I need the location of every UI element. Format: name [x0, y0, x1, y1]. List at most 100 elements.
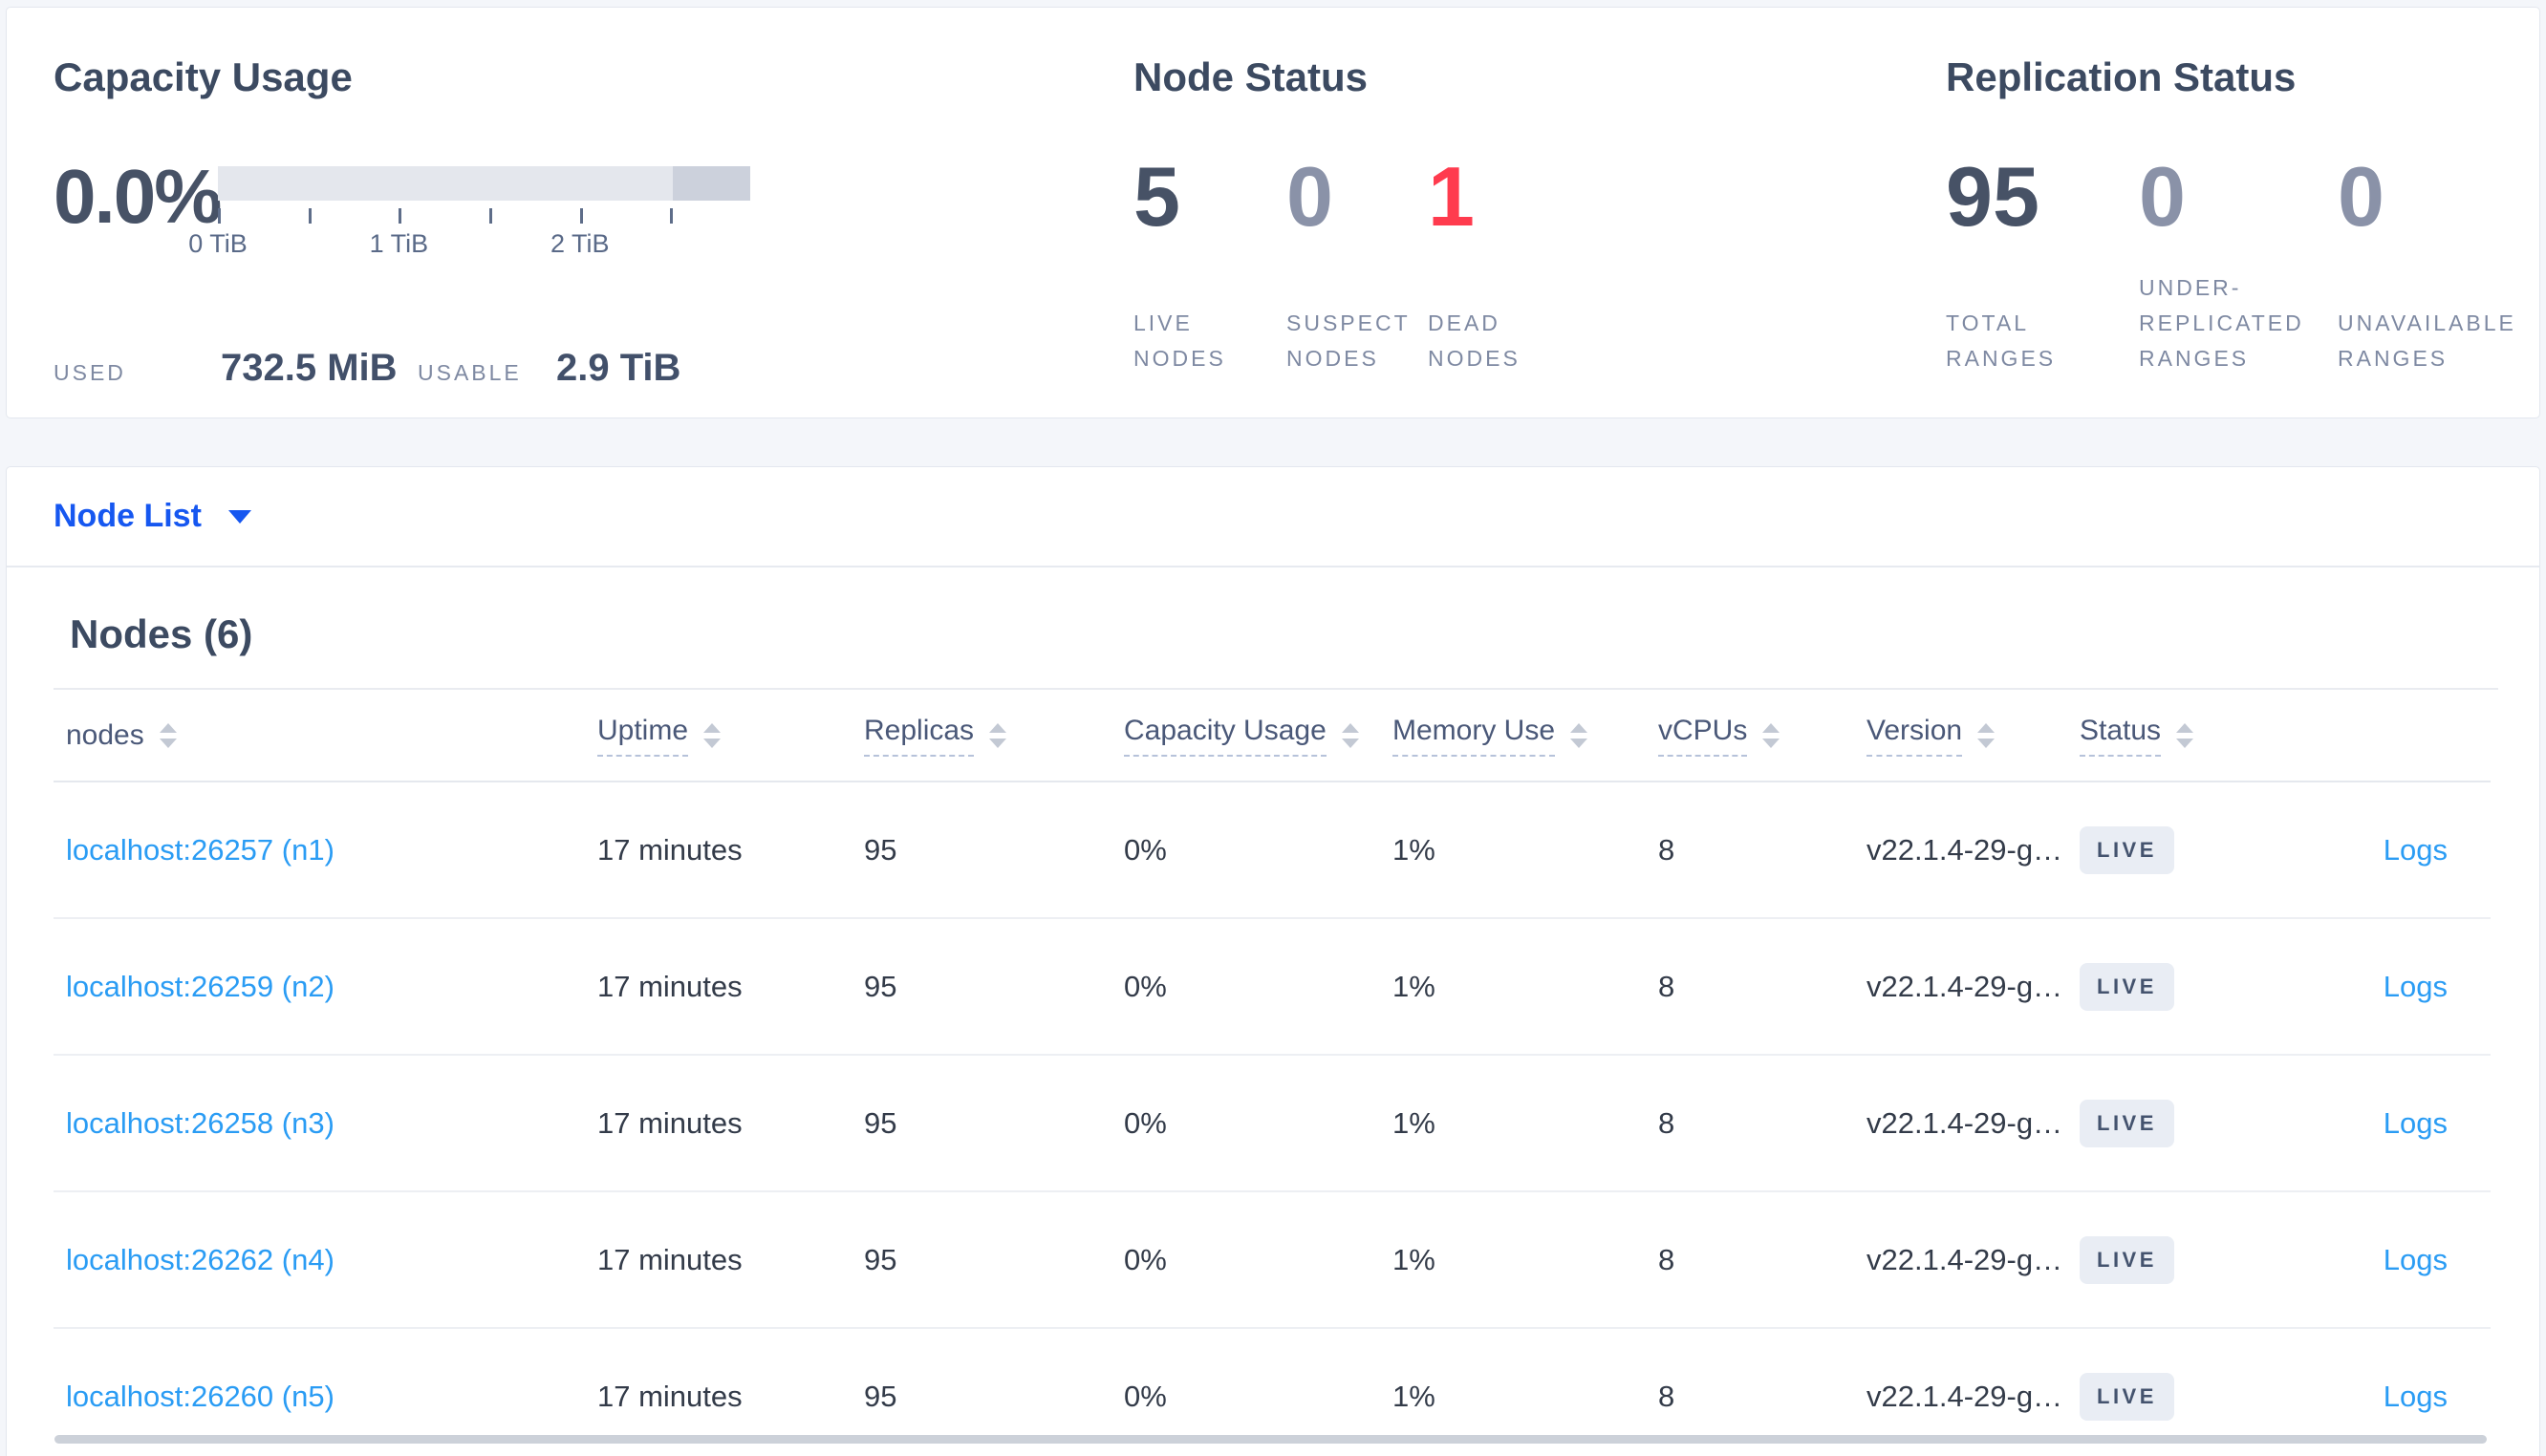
memory-use-cell: 1%	[1380, 1054, 1646, 1191]
logs-link[interactable]: Logs	[2384, 1243, 2448, 1276]
capacity-gauge: 0 TiB 1 TiB 2 TiB	[188, 166, 750, 263]
node-link[interactable]: localhost:26257 (n1)	[66, 833, 334, 867]
node-list-panel: Node List Nodes (6) nodes Uptime Replica…	[6, 466, 2540, 1456]
used-value: 732.5 MiB	[221, 347, 398, 389]
node-list-selector[interactable]: Node List	[7, 467, 2539, 567]
column-header-nodes[interactable]: nodes	[66, 719, 177, 752]
used-label: USED	[54, 360, 126, 385]
status-cell: LIVE	[2067, 782, 2287, 918]
uptime-cell: 17 minutes	[585, 1054, 852, 1191]
table-header-row: nodes Uptime Replicas Capacity Usage Mem	[54, 690, 2491, 782]
status-cell: LIVE	[2067, 1190, 2287, 1328]
column-header-version[interactable]: Version	[1866, 715, 1996, 757]
uptime-cell: 17 minutes	[585, 1190, 852, 1328]
replicas-cell: 95	[852, 1054, 1111, 1191]
suspect-nodes-stat: 0 SUSPECT NODES	[1286, 155, 1428, 376]
memory-use-cell: 1%	[1380, 917, 1646, 1055]
logs-link[interactable]: Logs	[2384, 970, 2448, 1003]
vcpus-cell: 8	[1646, 917, 1854, 1055]
version-cell: v22.1.4-29-g…	[1854, 1190, 2067, 1328]
nodes-table-section: Nodes (6) nodes Uptime Replicas Capacity…	[7, 567, 2539, 1456]
usable-label: USABLE	[418, 360, 522, 385]
status-badge: LIVE	[2080, 1099, 2174, 1147]
logs-link[interactable]: Logs	[2384, 833, 2448, 867]
usable-value: 2.9 TiB	[556, 347, 681, 389]
live-nodes-label: LIVE NODES	[1133, 310, 1226, 371]
total-ranges-label: TOTAL RANGES	[1946, 310, 2057, 371]
vcpus-cell: 8	[1658, 832, 1675, 867]
unavailable-ranges-count: 0	[2338, 149, 2384, 244]
sort-icon	[159, 722, 177, 748]
sort-icon	[1762, 722, 1780, 748]
table-row: localhost:26259 (n2) 17 minutes 95 0% 1%…	[54, 917, 2491, 1055]
version-cell: v22.1.4-29-g…	[1854, 917, 2067, 1055]
node-status-section: Node Status 5 LIVE NODES 0 SUSPECT NODES…	[1133, 54, 1946, 418]
logs-cell: Logs	[2287, 1054, 2491, 1191]
node-link[interactable]: localhost:26260 (n5)	[66, 1380, 334, 1413]
node-cell: localhost:26262 (n4)	[54, 1190, 585, 1328]
horizontal-scrollbar[interactable]	[54, 1435, 2487, 1444]
node-cell: localhost:26258 (n3)	[54, 1054, 585, 1191]
node-cell: localhost:26257 (n1)	[54, 782, 585, 918]
unavailable-ranges-label: UNAVAILABLE RANGES	[2338, 310, 2516, 371]
tick-label: 2 TiB	[550, 229, 610, 258]
nodes-table-title: Nodes (6)	[70, 611, 253, 656]
table-row: localhost:26262 (n4) 17 minutes 95 0% 1%…	[54, 1190, 2491, 1328]
sort-icon	[703, 722, 722, 748]
column-header-vcpus[interactable]: vCPUs	[1658, 715, 1780, 757]
vcpus-cell: 8	[1646, 1054, 1854, 1191]
column-header-replicas[interactable]: Replicas	[864, 715, 1007, 757]
tick-label: 0 TiB	[188, 229, 248, 258]
chevron-down-icon	[227, 509, 251, 524]
uptime-cell: 17 minutes	[597, 832, 743, 867]
logs-link[interactable]: Logs	[2384, 1106, 2448, 1140]
node-status-title: Node Status	[1133, 54, 1369, 99]
total-ranges-count: 95	[1946, 149, 2039, 244]
tick-label: 1 TiB	[369, 229, 429, 258]
table-row: localhost:26258 (n3) 17 minutes 95 0% 1%…	[54, 1054, 2491, 1191]
column-header-memory-use[interactable]: Memory Use	[1392, 715, 1588, 757]
version-cell: v22.1.4-29-g…	[1866, 832, 2063, 867]
capacity-gauge-ticks	[218, 206, 750, 224]
node-link[interactable]: localhost:26262 (n4)	[66, 1243, 334, 1276]
status-cell: LIVE	[2067, 917, 2287, 1055]
dead-nodes-stat: 1 DEAD NODES	[1428, 155, 1554, 376]
dead-nodes-label: DEAD NODES	[1428, 310, 1521, 371]
capacity-usage-cell: 0%	[1111, 917, 1380, 1055]
dead-nodes-count: 1	[1428, 149, 1475, 244]
capacity-usage-title: Capacity Usage	[54, 54, 353, 99]
table-row: localhost:26257 (n1) 17 minutes 95 0% 1%…	[54, 782, 2491, 918]
sort-icon	[1977, 722, 1996, 748]
sort-icon	[989, 722, 1007, 748]
node-link[interactable]: localhost:26259 (n2)	[66, 970, 334, 1003]
cluster-summary-panel: Capacity Usage 0.0% 0 TiB 1 TiB 2 TiB US…	[6, 7, 2540, 418]
column-header-status[interactable]: Status	[2080, 715, 2194, 757]
column-header-uptime[interactable]: Uptime	[597, 715, 722, 757]
replication-status-title: Replication Status	[1946, 54, 2297, 99]
status-badge: LIVE	[2080, 825, 2174, 874]
nodes-table-body: localhost:26257 (n1) 17 minutes 95 0% 1%…	[54, 782, 2491, 1456]
memory-use-cell: 1%	[1392, 832, 1435, 867]
logs-link[interactable]: Logs	[2384, 1380, 2448, 1413]
unavailable-ranges-stat: 0 UNAVAILABLE RANGES	[2338, 155, 2534, 376]
capacity-gauge-bar	[218, 166, 750, 201]
sort-icon	[1341, 722, 1359, 748]
column-header-capacity-usage[interactable]: Capacity Usage	[1124, 715, 1359, 757]
node-list-selector-label: Node List	[54, 498, 202, 534]
suspect-nodes-count: 0	[1286, 149, 1333, 244]
status-badge: LIVE	[2080, 1235, 2174, 1284]
status-badge: LIVE	[2080, 962, 2174, 1011]
nodes-table: nodes Uptime Replicas Capacity Usage Mem	[54, 690, 2491, 1456]
uptime-cell: 17 minutes	[585, 917, 852, 1055]
capacity-usage-section: Capacity Usage 0.0% 0 TiB 1 TiB 2 TiB US…	[54, 54, 1133, 418]
capacity-usage-cell: 0%	[1124, 832, 1167, 867]
logs-cell: Logs	[2287, 782, 2491, 918]
vcpus-cell: 8	[1646, 1190, 1854, 1328]
version-cell: v22.1.4-29-g…	[1854, 1054, 2067, 1191]
memory-use-cell: 1%	[1380, 1190, 1646, 1328]
status-cell: LIVE	[2067, 1054, 2287, 1191]
live-nodes-count: 5	[1133, 149, 1180, 244]
status-badge: LIVE	[2080, 1373, 2174, 1421]
node-link[interactable]: localhost:26258 (n3)	[66, 1106, 334, 1140]
total-ranges-stat: 95 TOTAL RANGES	[1946, 155, 2139, 376]
